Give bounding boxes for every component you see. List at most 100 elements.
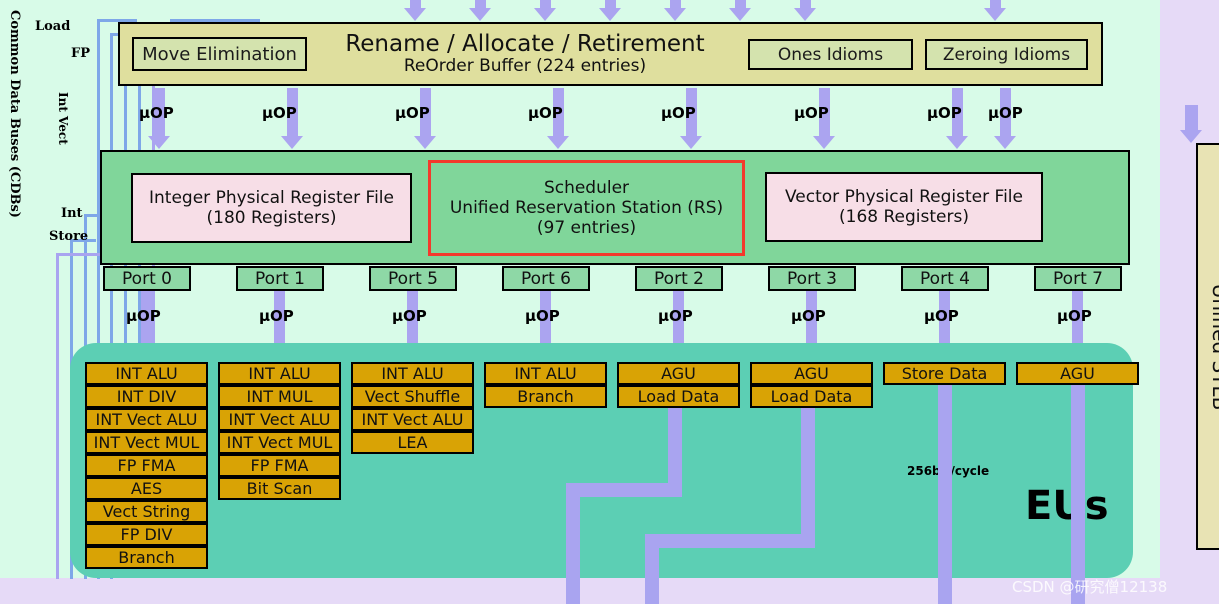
uop-arrow-4-head xyxy=(547,136,569,149)
eu-port0-branch[interactable]: Branch xyxy=(85,546,208,569)
port-uop-label-2: μOP xyxy=(658,307,693,325)
eu-port1-fp-fma[interactable]: FP FMA xyxy=(218,454,341,477)
scheduler-line3: (97 entries) xyxy=(536,218,637,239)
uop-arrow-8-head xyxy=(994,136,1016,149)
incoming-arrow-8-head xyxy=(984,8,1006,21)
load-data-path-3-h xyxy=(645,534,815,548)
eu-port0-int-vect-alu[interactable]: INT Vect ALU xyxy=(85,408,208,431)
load-data-path-2-h xyxy=(566,483,682,497)
incoming-arrow-2-stem xyxy=(475,0,486,8)
cdb-title: Common Data Buses (CDBs) xyxy=(7,10,22,218)
rename-title: Rename / Allocate / Retirement ReOrder B… xyxy=(330,26,720,82)
incoming-arrow-1-head xyxy=(404,8,426,21)
eus-label: EUs xyxy=(1025,483,1109,529)
eu-port0-int-vect-mul[interactable]: INT Vect MUL xyxy=(85,431,208,454)
ones-idioms-box[interactable]: Ones Idioms xyxy=(748,39,913,70)
eu-port0-int-div[interactable]: INT DIV xyxy=(85,385,208,408)
incoming-arrow-3-head xyxy=(534,8,556,21)
port-box-0[interactable]: Port 0 xyxy=(103,266,191,291)
load-data-path-2-v2 xyxy=(668,408,682,496)
eu-port5-vect-shuffle[interactable]: Vect Shuffle xyxy=(351,385,474,408)
port-box-3[interactable]: Port 3 xyxy=(768,266,856,291)
port-box-1[interactable]: Port 1 xyxy=(236,266,324,291)
eu-port4-store-data[interactable]: Store Data xyxy=(883,362,1006,385)
eu-port0-int-alu[interactable]: INT ALU xyxy=(85,362,208,385)
eu-port0-fp-div[interactable]: FP DIV xyxy=(85,523,208,546)
uop-arrow-2-head xyxy=(281,136,303,149)
scheduler-reservation-station[interactable]: Scheduler Unified Reservation Station (R… xyxy=(428,160,745,256)
port-box-4[interactable]: Port 4 xyxy=(901,266,989,291)
incoming-arrow-3-stem xyxy=(540,0,551,8)
eu-port1-int-mul[interactable]: INT MUL xyxy=(218,385,341,408)
cdb-wire-extra-v xyxy=(56,253,59,579)
incoming-arrow-1-stem xyxy=(410,0,421,8)
stlb-arrow-head xyxy=(1180,130,1202,143)
watermark: CSDN @研究僧12138 xyxy=(1012,578,1168,596)
eu-port3-load-data[interactable]: Load Data xyxy=(750,385,873,408)
port-uop-label-6: μOP xyxy=(525,307,560,325)
integer-prf-line1: Integer Physical Register File xyxy=(149,187,394,208)
eu-port0-fp-fma[interactable]: FP FMA xyxy=(85,454,208,477)
eu-port1-int-alu[interactable]: INT ALU xyxy=(218,362,341,385)
eu-port2-agu[interactable]: AGU xyxy=(617,362,740,385)
rename-title-line2: ReOrder Buffer (224 entries) xyxy=(403,56,647,77)
eu-port5-lea[interactable]: LEA xyxy=(351,431,474,454)
eu-port2-load-data[interactable]: Load Data xyxy=(617,385,740,408)
stlb-arrow-stem xyxy=(1185,105,1198,130)
uop-arrow-1-head xyxy=(148,136,170,149)
eu-port1-int-vect-mul[interactable]: INT Vect MUL xyxy=(218,431,341,454)
uop-label-6: μOP xyxy=(794,104,829,122)
eu-port1-bit-scan[interactable]: Bit Scan xyxy=(218,477,341,500)
uop-arrow-3-head xyxy=(414,136,436,149)
eu-port6-branch[interactable]: Branch xyxy=(484,385,607,408)
port-box-2[interactable]: Port 2 xyxy=(635,266,723,291)
incoming-arrow-5-stem xyxy=(670,0,681,8)
port-uop-label-7: μOP xyxy=(1057,307,1092,325)
store-data-path-v xyxy=(938,385,952,604)
incoming-arrow-7-head xyxy=(794,8,816,21)
move-elimination-box[interactable]: Move Elimination xyxy=(132,37,307,71)
vector-prf-line1: Vector Physical Register File xyxy=(785,186,1023,207)
port-uop-label-3: μOP xyxy=(791,307,826,325)
scheduler-line2: Unified Reservation Station (RS) xyxy=(449,197,724,218)
eu-port0-vect-string[interactable]: Vect String xyxy=(85,500,208,523)
port-box-7[interactable]: Port 7 xyxy=(1034,266,1122,291)
eu-port3-agu[interactable]: AGU xyxy=(750,362,873,385)
incoming-arrow-5-head xyxy=(664,8,686,21)
incoming-arrow-8-stem xyxy=(990,0,1001,8)
eu-port5-int-alu[interactable]: INT ALU xyxy=(351,362,474,385)
port-box-5[interactable]: Port 5 xyxy=(369,266,457,291)
port-uop-label-0: μOP xyxy=(126,307,161,325)
eu-port7-agu[interactable]: AGU xyxy=(1016,362,1139,385)
uop-arrow-5-head xyxy=(680,136,702,149)
agu-path-7-v xyxy=(1071,385,1085,604)
rename-title-line1: Rename / Allocate / Retirement xyxy=(345,31,705,57)
cdb-label-store: Store xyxy=(49,229,89,244)
vector-physical-register-file[interactable]: Vector Physical Register File (168 Regis… xyxy=(765,172,1043,242)
incoming-arrow-7-stem xyxy=(800,0,811,8)
incoming-arrow-4-stem xyxy=(605,0,616,8)
eu-port6-int-alu[interactable]: INT ALU xyxy=(484,362,607,385)
eu-port1-int-vect-alu[interactable]: INT Vect ALU xyxy=(218,408,341,431)
integer-physical-register-file[interactable]: Integer Physical Register File (180 Regi… xyxy=(131,173,412,243)
incoming-arrow-4-head xyxy=(599,8,621,21)
uop-label-8: μOP xyxy=(988,104,1023,122)
unified-stlb-box[interactable]: Unified STLB xyxy=(1196,143,1219,550)
port-uop-label-5: μOP xyxy=(392,307,427,325)
port-box-6[interactable]: Port 6 xyxy=(502,266,590,291)
cdb-label-intvect: Int Vect xyxy=(56,92,70,145)
cdb-label-load: Load xyxy=(35,19,71,34)
eu-port0-aes[interactable]: AES xyxy=(85,477,208,500)
uop-label-4: μOP xyxy=(528,104,563,122)
cdb-label-int: Int xyxy=(61,206,83,221)
uop-label-7: μOP xyxy=(927,104,962,122)
eu-port5-int-vect-alu[interactable]: INT Vect ALU xyxy=(351,408,474,431)
port-uop-label-1: μOP xyxy=(259,307,294,325)
unified-stlb-label: Unified STLB xyxy=(1208,283,1219,410)
uop-label-1: μOP xyxy=(139,104,174,122)
uop-label-3: μOP xyxy=(395,104,430,122)
incoming-arrow-6-head xyxy=(729,8,751,21)
uop-label-5: μOP xyxy=(661,104,696,122)
zeroing-idioms-box[interactable]: Zeroing Idioms xyxy=(925,39,1088,70)
load-data-path-2-v1 xyxy=(566,483,580,604)
